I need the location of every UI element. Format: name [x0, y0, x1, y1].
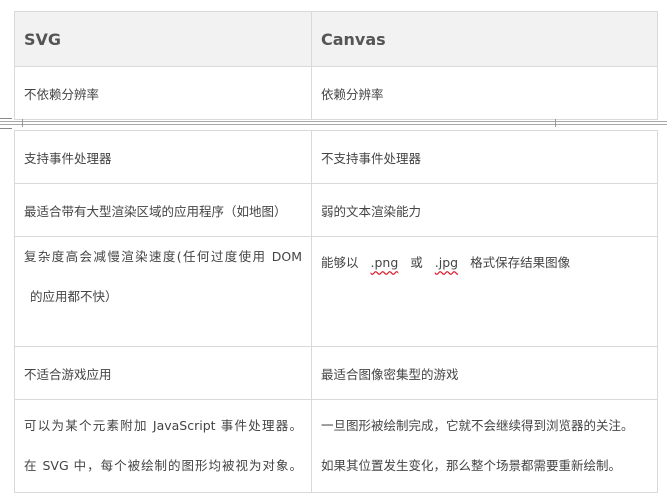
cell-canvas-line2: 如果其位置发生变化，那么整个场景都需要重新绘制。 [321, 458, 622, 473]
cell-svg-line1: 可以为某个元素附加 JavaScript 事件处理器。 [24, 418, 302, 433]
cell-svg: 支持事件处理器 [14, 130, 312, 184]
cell-svg: 不依赖分辨率 [14, 66, 312, 120]
table-row: 不适合游戏应用 最适合图像密集型的游戏 [14, 346, 658, 400]
cell-canvas: 一旦图形被绘制完成，它就不会继续得到浏览器的关注。 如果其位置发生变化，那么整个… [311, 399, 658, 493]
cell-svg: 最适合带有大型渲染区域的应用程序（如地图） [14, 183, 312, 237]
cell-svg-line2: 在 SVG 中，每个被绘制的图形均被视为对象。 [24, 458, 302, 473]
cell-svg: 可以为某个元素附加 JavaScript 事件处理器。 在 SVG 中，每个被绘… [14, 399, 312, 493]
cell-canvas: 能够以 .png 或 .jpg 格式保存结果图像 [311, 236, 658, 347]
table-row: 支持事件处理器 不支持事件处理器 [14, 130, 658, 184]
header-svg: SVG [14, 11, 312, 67]
table-row: 最适合带有大型渲染区域的应用程序（如地图） 弱的文本渲染能力 [14, 183, 658, 237]
cell-svg: 复杂度高会减慢渲染速度(任何过度使用 DOM 的应用都不快） [14, 236, 312, 347]
cell-svg-line1: 复杂度高会减慢渲染速度(任何过度使用 DOM [24, 249, 302, 264]
header-canvas: Canvas [311, 11, 658, 67]
comparison-table-bottom: 支持事件处理器 不支持事件处理器 最适合带有大型渲染区域的应用程序（如地图） 弱… [14, 130, 658, 493]
header-row: SVG Canvas [14, 11, 658, 67]
comparison-table-top: SVG Canvas 不依赖分辨率 依赖分辨率 [14, 11, 658, 120]
cell-canvas: 依赖分辨率 [311, 66, 658, 120]
page-break-marker [0, 117, 667, 129]
canvas-text-jpg: .jpg [434, 255, 459, 270]
cell-svg: 不适合游戏应用 [14, 346, 312, 400]
cell-canvas: 弱的文本渲染能力 [311, 183, 658, 237]
canvas-text-png: .png [370, 255, 399, 270]
cell-canvas: 最适合图像密集型的游戏 [311, 346, 658, 400]
canvas-text-post: 格式保存结果图像 [470, 255, 571, 270]
cell-svg-line2: 的应用都不快） [30, 289, 118, 304]
canvas-text-or: 或 [410, 255, 423, 270]
table-row: 复杂度高会减慢渲染速度(任何过度使用 DOM 的应用都不快） 能够以 .png 或.… [14, 236, 658, 347]
table-row: 不依赖分辨率 依赖分辨率 [14, 66, 658, 120]
canvas-text-pre: 能够以 [321, 255, 359, 270]
cell-canvas-line1: 一旦图形被绘制完成，它就不会继续得到浏览器的关注。 [321, 418, 634, 433]
cell-canvas: 不支持事件处理器 [311, 130, 658, 184]
table-row: 可以为某个元素附加 JavaScript 事件处理器。 在 SVG 中，每个被绘… [14, 399, 658, 493]
